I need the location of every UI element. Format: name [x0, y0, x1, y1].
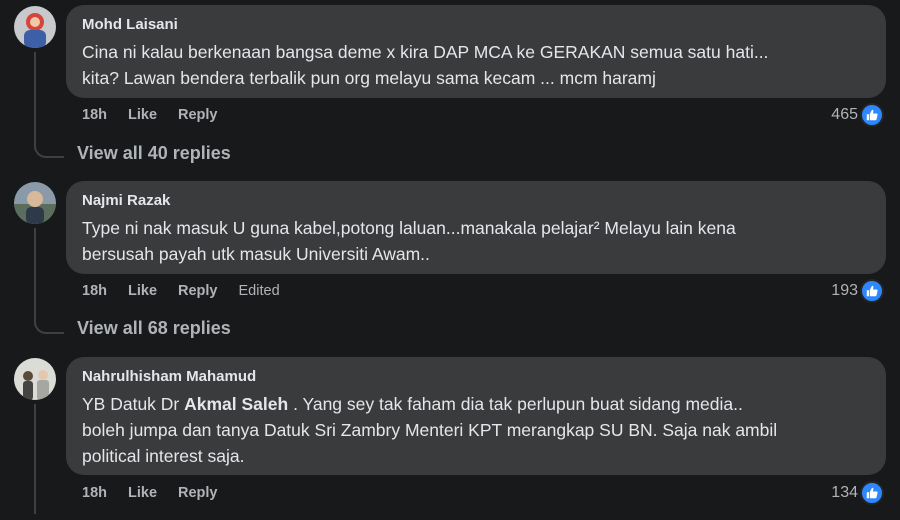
reaction-count[interactable]: 193: [831, 279, 884, 303]
comment-text-segment: . Yang sey tak faham dia tak perlupun bu…: [288, 394, 743, 414]
like-button[interactable]: Like: [128, 485, 157, 501]
comment-text-line: bersusah payah utk masuk Universiti Awam…: [82, 244, 430, 264]
reaction-count-number: 134: [831, 484, 858, 501]
comment-text-line: YB Datuk Dr Akmal Saleh . Yang sey tak f…: [82, 391, 870, 417]
comment-actions: 18h Like Reply Edited: [82, 283, 301, 299]
comment-author[interactable]: Najmi Razak: [82, 191, 870, 211]
avatar[interactable]: [14, 358, 56, 400]
thumbs-up-icon: [860, 279, 884, 303]
comment-actions: 18h Like Reply: [82, 485, 239, 501]
view-replies-link[interactable]: View all 68 replies: [77, 318, 231, 339]
avatar[interactable]: [14, 6, 56, 48]
edited-label[interactable]: Edited: [239, 283, 280, 299]
comment-bubble: Nahrulhisham Mahamud YB Datuk Dr Akmal S…: [66, 357, 886, 475]
reply-button[interactable]: Reply: [178, 107, 218, 123]
reaction-count-number: 193: [831, 282, 858, 299]
comment-time[interactable]: 18h: [82, 107, 107, 123]
comment-text-line: Type ni nak masuk U guna kabel,potong la…: [82, 218, 736, 238]
comment-author[interactable]: Mohd Laisani: [82, 15, 870, 35]
thread-line: [34, 52, 36, 140]
reaction-count[interactable]: 134: [831, 481, 884, 505]
mentioned-name[interactable]: Akmal Saleh: [184, 394, 288, 414]
like-button[interactable]: Like: [128, 283, 157, 299]
thread-line: [34, 228, 36, 316]
reply-button[interactable]: Reply: [178, 283, 218, 299]
thumbs-up-icon: [860, 103, 884, 127]
comment-actions: 18h Like Reply: [82, 107, 239, 123]
comment-author[interactable]: Nahrulhisham Mahamud: [82, 367, 870, 387]
comment-bubble: Mohd Laisani Cina ni kalau berkenaan ban…: [66, 5, 886, 98]
thread-line: [34, 404, 36, 514]
reaction-count-number: 465: [831, 106, 858, 123]
like-button[interactable]: Like: [128, 107, 157, 123]
reply-button[interactable]: Reply: [178, 485, 218, 501]
thread-curve: [34, 316, 64, 334]
comment-text-line: kita? Lawan bendera terbalik pun org mel…: [82, 68, 656, 88]
comment-text-line: political interest saja.: [82, 446, 245, 466]
comment-bubble: Najmi Razak Type ni nak masuk U guna kab…: [66, 181, 886, 274]
comment-time[interactable]: 18h: [82, 485, 107, 501]
comment-text-segment: YB Datuk Dr: [82, 394, 185, 414]
comment-time[interactable]: 18h: [82, 283, 107, 299]
reaction-count[interactable]: 465: [831, 103, 884, 127]
thread-curve: [34, 140, 64, 158]
thumbs-up-icon: [860, 481, 884, 505]
avatar[interactable]: [14, 182, 56, 224]
view-replies-link[interactable]: View all 40 replies: [77, 143, 231, 164]
comment-text-line: boleh jumpa dan tanya Datuk Sri Zambry M…: [82, 420, 778, 440]
comment-text-line: Cina ni kalau berkenaan bangsa deme x ki…: [82, 42, 769, 62]
